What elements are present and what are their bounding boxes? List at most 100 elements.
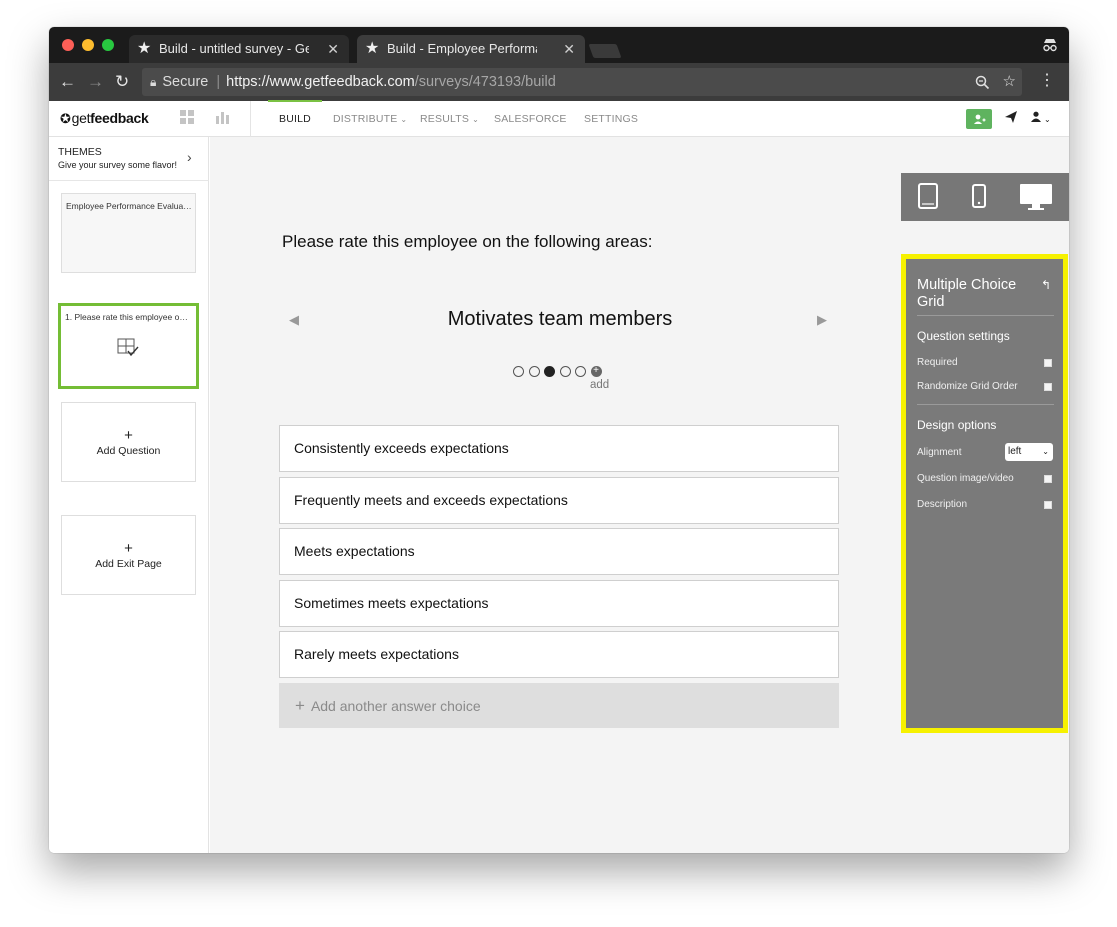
question-card-caption: 1. Please rate this employee on the foll… xyxy=(65,312,192,322)
back-arrow-icon[interactable]: ← xyxy=(59,72,76,92)
row-dot[interactable] xyxy=(559,366,571,377)
getfeedback-logo[interactable]: ✪getfeedback xyxy=(60,110,149,127)
themes-subtitle: Give your survey some flavor! xyxy=(58,160,178,170)
tab-title: Build - untitled survey - GetFe xyxy=(159,41,309,56)
reload-icon[interactable]: ↻ xyxy=(115,72,129,92)
page-sidebar: THEMES Give your survey some flavor! › E… xyxy=(49,137,209,853)
chevron-down-icon: ⌄ xyxy=(400,115,408,124)
url-bar[interactable]: 🔒︎ Secure | https://www.getfeedback.com/sur… xyxy=(142,68,1022,96)
add-row-plus-icon[interactable]: + xyxy=(590,366,602,377)
plus-icon: + xyxy=(124,427,133,444)
question-media-checkbox[interactable] xyxy=(1044,475,1052,483)
answer-choice[interactable]: Frequently meets and exceeds expectation… xyxy=(279,476,839,524)
chevron-down-icon: ⌄ xyxy=(1042,447,1049,456)
dashboard-grid-icon[interactable] xyxy=(180,110,194,124)
back-arrow-icon[interactable]: ↰ xyxy=(1041,278,1051,292)
welcome-card-caption: Employee Performance Evaluation xyxy=(66,201,192,211)
browser-menu-icon[interactable]: ⋮ xyxy=(1039,71,1055,91)
desktop-icon[interactable] xyxy=(1019,183,1053,216)
browser-tab-untitled-survey[interactable]: ★ Build - untitled survey - GetFe ✕ xyxy=(129,35,349,63)
device-preview-switcher xyxy=(901,173,1069,221)
previous-row-arrow-icon[interactable]: ◀ xyxy=(289,312,299,328)
answer-choice[interactable]: Sometimes meets expectations xyxy=(279,579,839,627)
question-title[interactable]: Please rate this employee on the followi… xyxy=(282,232,652,252)
answer-choice[interactable]: Rarely meets expectations xyxy=(279,631,839,678)
tab-settings[interactable]: SETTINGS xyxy=(584,113,638,125)
url-host: https://www.getfeedback.com xyxy=(226,74,415,90)
minimize-window-button[interactable] xyxy=(82,39,94,51)
themes-panel-link[interactable]: THEMES Give your survey some flavor! › xyxy=(49,137,209,181)
alignment-select[interactable]: left ⌄ xyxy=(1005,443,1053,461)
row-dot[interactable] xyxy=(513,366,524,377)
url-separator: | xyxy=(216,74,221,90)
row-dot[interactable] xyxy=(575,366,586,377)
plus-icon: + xyxy=(295,695,305,715)
browser-window: ★ Build - untitled survey - GetFe ✕ ★ Bu… xyxy=(49,27,1069,853)
survey-canvas: Please rate this employee on the followi… xyxy=(210,137,1069,853)
tab-close-icon[interactable]: ✕ xyxy=(563,35,575,63)
active-tab-indicator xyxy=(268,100,322,102)
answer-choice[interactable]: Meets expectations xyxy=(279,528,839,575)
next-row-arrow-icon[interactable]: ▶ xyxy=(817,312,827,328)
chevron-right-icon: › xyxy=(187,149,192,165)
header-divider xyxy=(250,101,251,137)
design-options-heading: Design options xyxy=(917,418,997,432)
add-exit-page-button[interactable]: + Add Exit Page xyxy=(61,515,196,595)
tab-results[interactable]: RESULTS ⌄ xyxy=(420,113,479,125)
grid-question-icon xyxy=(117,338,139,357)
chevron-down-icon: ⌄ xyxy=(472,115,479,124)
user-menu[interactable]: ⌄ xyxy=(1031,111,1051,125)
secure-label: Secure xyxy=(162,74,209,90)
add-question-label: Add Question xyxy=(96,445,161,457)
question-settings-panel: Multiple Choice Grid ↰ Question settings… xyxy=(901,254,1068,733)
required-checkbox[interactable] xyxy=(1044,359,1052,367)
phone-icon[interactable] xyxy=(972,183,986,214)
divider xyxy=(917,404,1054,405)
add-collaborator-button[interactable] xyxy=(966,109,992,129)
alignment-value: left xyxy=(1008,446,1022,457)
description-label: Description xyxy=(917,499,968,510)
themes-title: THEMES xyxy=(58,146,102,158)
description-checkbox[interactable] xyxy=(1044,501,1052,509)
welcome-page-card[interactable]: Employee Performance Evaluation xyxy=(61,193,196,273)
favicon-star-icon: ★ xyxy=(137,40,152,57)
add-question-button[interactable]: + Add Question xyxy=(61,402,196,482)
question-media-label: Question image/video xyxy=(917,473,1014,484)
question-settings-heading: Question settings xyxy=(917,329,1010,343)
question-type-title: Multiple Choice Grid xyxy=(917,277,1017,310)
bar-chart-icon[interactable] xyxy=(216,110,230,124)
tab-strip: ★ Build - untitled survey - GetFe ✕ ★ Bu… xyxy=(49,27,1069,63)
lock-icon: 🔒︎ xyxy=(150,75,157,89)
favicon-star-icon: ★ xyxy=(365,40,380,57)
randomize-checkbox[interactable] xyxy=(1044,383,1052,391)
add-exit-page-label: Add Exit Page xyxy=(95,558,162,570)
maximize-window-button[interactable] xyxy=(102,39,114,51)
tablet-icon[interactable] xyxy=(918,183,938,214)
tab-salesforce[interactable]: SALESFORCE xyxy=(494,113,567,125)
close-window-button[interactable] xyxy=(62,39,74,51)
add-answer-choice-button[interactable]: + Add another answer choice xyxy=(279,682,839,728)
url-path: /surveys/473193/build xyxy=(414,74,556,90)
add-answer-choice-label: Add another answer choice xyxy=(310,697,481,714)
question-1-card[interactable]: 1. Please rate this employee on the foll… xyxy=(58,303,199,389)
chevron-down-icon: ⌄ xyxy=(1044,115,1051,124)
answer-choice[interactable]: Consistently exceeds expectations xyxy=(279,425,839,472)
send-paper-plane-icon[interactable] xyxy=(1004,110,1018,124)
tab-title: Build - Employee Performance xyxy=(387,41,537,56)
tab-distribute[interactable]: DISTRIBUTE ⌄ xyxy=(333,113,407,125)
row-dot[interactable] xyxy=(528,366,540,377)
grid-row-title[interactable]: Motivates team members xyxy=(350,308,770,331)
randomize-label: Randomize Grid Order xyxy=(917,381,1018,392)
row-dot-active[interactable] xyxy=(544,366,555,377)
new-tab-button[interactable] xyxy=(588,44,622,58)
bookmark-star-icon[interactable]: ☆ xyxy=(1003,68,1016,96)
forward-arrow-icon[interactable]: → xyxy=(87,72,104,92)
tab-build[interactable]: BUILD xyxy=(279,113,311,125)
add-row-label[interactable]: add xyxy=(590,379,609,391)
required-label: Required xyxy=(917,357,958,368)
browser-tab-employee-performance[interactable]: ★ Build - Employee Performance ✕ xyxy=(357,35,585,63)
answer-choices: Consistently exceeds expectations Freque… xyxy=(279,425,839,728)
plus-icon: + xyxy=(124,540,133,557)
divider xyxy=(917,315,1054,316)
tab-close-icon[interactable]: ✕ xyxy=(327,35,339,63)
